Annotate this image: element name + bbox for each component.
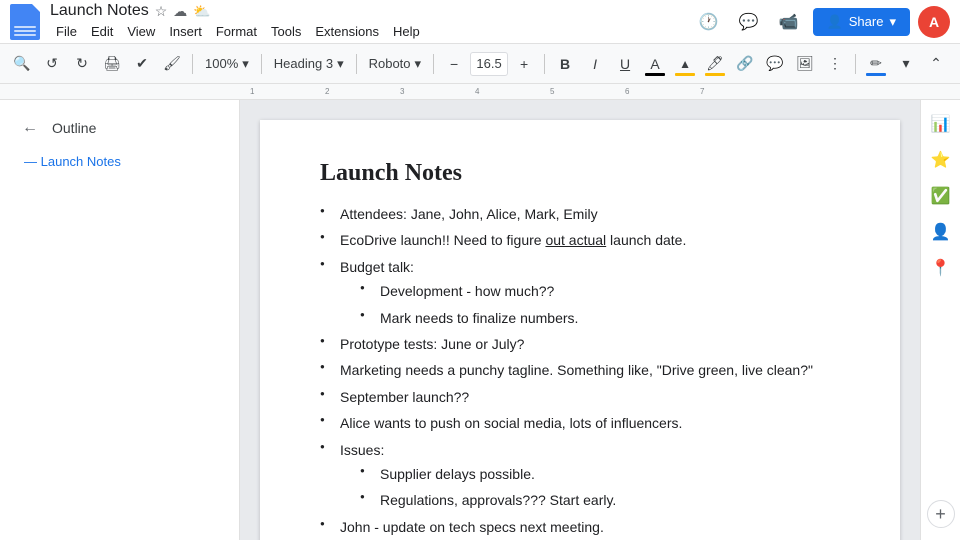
list-item-0: Attendees: Jane, John, Alice, Mark, Emil… [320,203,840,225]
right-sidebar-icon-4[interactable]: 📍 [925,252,957,284]
spellcheck-button[interactable]: ✔ [128,50,156,78]
paint-format-button[interactable]: 🖌 [158,50,186,78]
comment-insert-button[interactable]: 💬 [761,50,789,78]
list-item-7: Issues: Supplier delays possible. Regula… [320,439,840,512]
title-area: Launch Notes ☆ ☁ ⛅ File Edit View Insert… [50,2,693,41]
sub-list-item-2-0: Development - how much?? [360,280,840,302]
divider-1 [192,54,193,74]
divider-2 [261,54,262,74]
share-dropdown-icon: ▾ [889,14,896,30]
zoom-dropdown-icon: ▾ [242,56,249,72]
font-dropdown[interactable]: Roboto ▾ [363,50,427,78]
right-sidebar-icon-0[interactable]: 📊 [925,108,957,140]
right-sidebar-icon-2[interactable]: ✅ [925,180,957,212]
title-bar: Launch Notes ☆ ☁ ⛅ File Edit View Insert… [0,0,960,44]
comment-icon[interactable]: 💬 [733,6,765,38]
list-item-4: Marketing needs a punchy tagline. Someth… [320,359,840,381]
sub-list-7: Supplier delays possible. Regulations, a… [360,463,840,512]
doc-wrapper[interactable]: Launch Notes Attendees: Jane, John, Alic… [240,100,920,540]
right-sidebar-icon-1[interactable]: ⭐ [925,144,957,176]
right-sidebar-add-button[interactable]: + [927,500,955,528]
cloud-icon[interactable]: ☁ [173,3,187,20]
font-color-button[interactable]: A [641,50,669,78]
video-icon[interactable]: 📹 [773,6,805,38]
doc-page-title: Launch Notes [320,160,840,187]
menu-file[interactable]: File [50,22,83,41]
list-item-2: Budget talk: Development - how much?? Ma… [320,256,840,329]
pen-tool-button[interactable]: ✏ [862,50,890,78]
right-sidebar: 📊 ⭐ ✅ 👤 📍 + [920,100,960,540]
heading-dropdown-icon: ▾ [337,56,344,72]
outline-item-launch-notes[interactable]: — Launch Notes [0,150,239,173]
toolbar: 🔍 ↺ ↻ 🖨 ✔ 🖌 100% ▾ Heading 3 ▾ Roboto ▾ … [0,44,960,84]
outline-label: Outline [52,120,96,136]
more-button[interactable]: ⋮ [821,50,849,78]
doc-title[interactable]: Launch Notes [50,2,149,20]
divider-6 [855,54,856,74]
back-button[interactable]: ← [16,114,44,142]
list-item-8: John - update on tech specs next meeting… [320,516,840,538]
ruler: 1 2 3 4 5 6 7 [0,84,960,100]
people-icon: 👤 [827,14,843,30]
menu-format[interactable]: Format [210,22,263,41]
underline-button[interactable]: U [611,50,639,78]
font-size-decrease-button[interactable]: − [440,50,468,78]
zoom-dropdown[interactable]: 100% ▾ [199,50,255,78]
menu-insert[interactable]: Insert [163,22,208,41]
sidebar-header: ← Outline [0,110,239,150]
sub-list-item-2-1: Mark needs to finalize numbers. [360,307,840,329]
font-size-increase-button[interactable]: + [510,50,538,78]
sub-list-item-7-1: Regulations, approvals??? Start early. [360,489,840,511]
redo-button[interactable]: ↻ [68,50,96,78]
expand-button[interactable]: ⌃ [922,50,950,78]
menu-extensions[interactable]: Extensions [309,22,385,41]
heading-style-dropdown[interactable]: Heading 3 ▾ [268,50,350,78]
divider-5 [544,54,545,74]
italic-button[interactable]: I [581,50,609,78]
list-item-3: Prototype tests: June or July? [320,333,840,355]
outline-dash: — [24,154,41,169]
highlight-button[interactable]: 🖊 [701,50,729,78]
doc-page: Launch Notes Attendees: Jane, John, Alic… [260,120,900,540]
sidebar: ← Outline — Launch Notes [0,100,240,540]
menu-help[interactable]: Help [387,22,426,41]
highlight-color-button[interactable]: ▲ [671,50,699,78]
divider-4 [433,54,434,74]
menu-tools[interactable]: Tools [265,22,307,41]
list-item-5: September launch?? [320,386,840,408]
main: ← Outline — Launch Notes Launch Notes At… [0,100,960,540]
history-icon[interactable]: 🕐 [693,6,725,38]
undo-button[interactable]: ↺ [38,50,66,78]
title-bar-right: 🕐 💬 📹 👤 Share ▾ A [693,6,950,38]
share-button[interactable]: 👤 Share ▾ [813,8,910,36]
bold-button[interactable]: B [551,50,579,78]
divider-3 [356,54,357,74]
menu-bar: File Edit View Insert Format Tools Exten… [50,22,693,41]
doc-icon [10,4,40,40]
avatar[interactable]: A [918,6,950,38]
search-button[interactable]: 🔍 [8,50,36,78]
image-button[interactable]: 🖼 [791,50,819,78]
right-sidebar-icon-3[interactable]: 👤 [925,216,957,248]
menu-edit[interactable]: Edit [85,22,119,41]
link-button[interactable]: 🔗 [731,50,759,78]
pen-dropdown-button[interactable]: ▾ [892,50,920,78]
sub-list-item-7-0: Supplier delays possible. [360,463,840,485]
list-item-6: Alice wants to push on social media, lot… [320,412,840,434]
folder-icon[interactable]: ⛅ [193,3,210,20]
font-size-input[interactable] [470,52,508,76]
star-icon[interactable]: ☆ [155,3,168,20]
print-button[interactable]: 🖨 [98,50,126,78]
menu-view[interactable]: View [121,22,161,41]
list-item-1: EcoDrive launch!! Need to figure out act… [320,229,840,251]
sub-list-2: Development - how much?? Mark needs to f… [360,280,840,329]
font-dropdown-icon: ▾ [415,56,422,72]
main-bullet-list: Attendees: Jane, John, Alice, Mark, Emil… [320,203,840,540]
